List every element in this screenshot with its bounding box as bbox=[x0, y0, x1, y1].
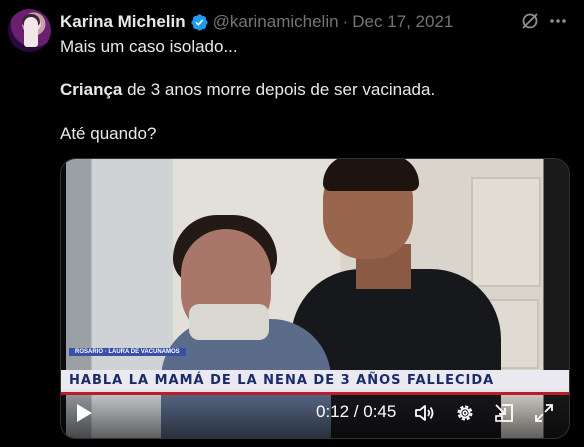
video-location-caption: ROSARIO · LAURA DE VACUNAMOS bbox=[69, 348, 186, 356]
verified-badge-icon bbox=[190, 13, 209, 32]
tweet-header: Karina Michelin @karinamichelin · Dec 17… bbox=[60, 12, 453, 32]
header-separator: · bbox=[342, 12, 349, 31]
video-controls: 0:12 / 0:45 bbox=[61, 388, 569, 438]
tweet-bold-word: Criança bbox=[60, 80, 123, 99]
more-options-icon[interactable] bbox=[548, 13, 568, 29]
tweet-text-line-3: Até quando? bbox=[60, 124, 157, 143]
volume-icon[interactable] bbox=[413, 402, 435, 424]
grok-icon[interactable] bbox=[520, 11, 540, 31]
video-time: 0:12 / 0:45 bbox=[316, 402, 397, 421]
picture-in-picture-icon[interactable] bbox=[493, 402, 515, 424]
author-name[interactable]: Karina Michelin bbox=[60, 12, 186, 32]
tweet-text-line-1: Mais um caso isolado... bbox=[60, 37, 238, 56]
play-icon[interactable] bbox=[74, 402, 94, 424]
video-news-banner-text: HABLA LA MAMÁ DE LA NENA DE 3 AÑOS FALLE… bbox=[69, 373, 495, 388]
tweet-text-line-2-rest: de 3 anos morre depois de ser vacinada. bbox=[122, 80, 436, 99]
video-player[interactable]: ROSARIO · LAURA DE VACUNAMOS HABLA LA MA… bbox=[60, 158, 570, 439]
tweet-text-line-2: Criança de 3 anos morre depois de ser va… bbox=[60, 80, 435, 100]
tweet-date[interactable]: Dec 17, 2021 bbox=[352, 12, 453, 32]
author-handle[interactable]: @karinamichelin bbox=[213, 12, 339, 32]
fullscreen-icon[interactable] bbox=[533, 402, 555, 424]
settings-gear-icon[interactable] bbox=[454, 402, 476, 424]
author-avatar[interactable] bbox=[8, 9, 51, 52]
